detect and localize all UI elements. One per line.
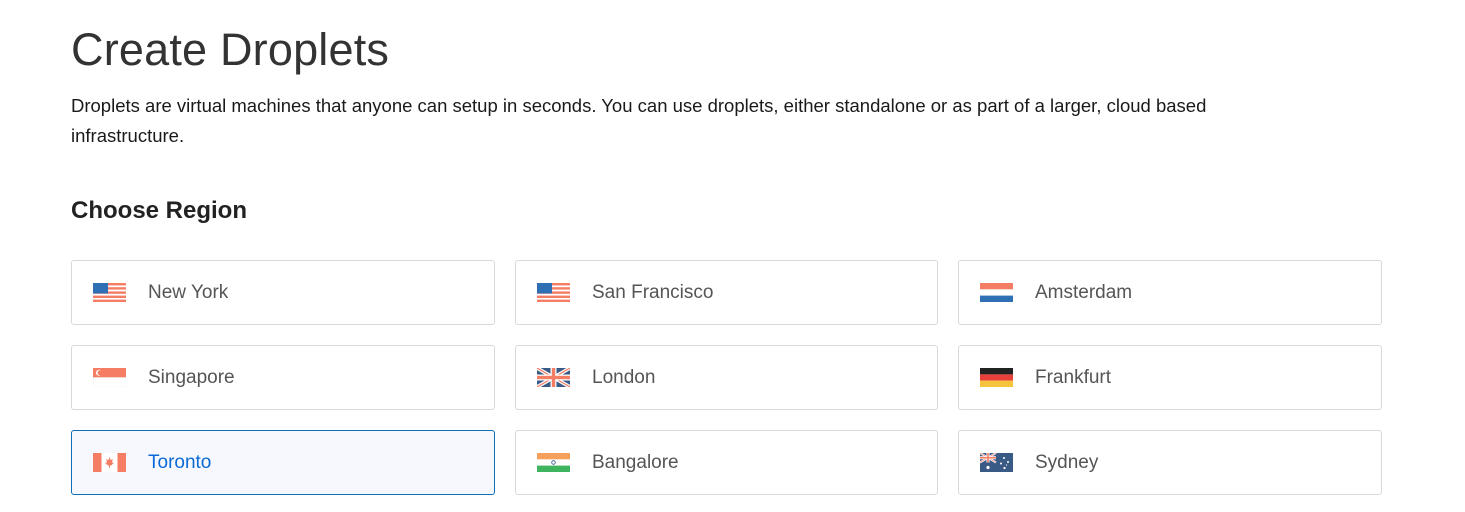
region-label: Frankfurt	[1035, 366, 1112, 388]
netherlands-flag-icon	[980, 283, 1013, 302]
australia-flag-icon	[980, 453, 1013, 472]
region-option-london[interactable]: London	[515, 345, 938, 410]
region-label: London	[592, 366, 656, 388]
region-label: Sydney	[1035, 451, 1099, 473]
region-option-bangalore[interactable]: Bangalore	[515, 430, 938, 495]
us-flag-icon	[93, 283, 126, 302]
canada-flag-icon	[93, 453, 126, 472]
page-title: Create Droplets	[71, 24, 390, 75]
choose-region-heading: Choose Region	[71, 197, 248, 224]
region-label: New York	[148, 281, 229, 303]
region-grid: New York San Francisco Amsterdam Singapo…	[71, 260, 1383, 495]
region-label: San Francisco	[592, 281, 714, 303]
region-option-amsterdam[interactable]: Amsterdam	[958, 260, 1382, 325]
region-option-new-york[interactable]: New York	[71, 260, 495, 325]
region-label: Bangalore	[592, 451, 679, 473]
uk-flag-icon	[537, 368, 570, 387]
region-option-san-francisco[interactable]: San Francisco	[515, 260, 938, 325]
india-flag-icon	[537, 453, 570, 472]
page-description: Droplets are virtual machines that anyon…	[71, 95, 1207, 146]
region-label: Amsterdam	[1035, 281, 1133, 303]
region-option-frankfurt[interactable]: Frankfurt	[958, 345, 1382, 410]
region-label: Toronto	[148, 451, 212, 473]
region-option-singapore[interactable]: Singapore	[71, 345, 495, 410]
region-option-toronto[interactable]: Toronto	[71, 430, 495, 495]
us-flag-icon	[537, 283, 570, 302]
region-option-sydney[interactable]: Sydney	[958, 430, 1382, 495]
singapore-flag-icon	[93, 368, 126, 387]
region-label: Singapore	[148, 366, 235, 388]
germany-flag-icon	[980, 368, 1013, 387]
